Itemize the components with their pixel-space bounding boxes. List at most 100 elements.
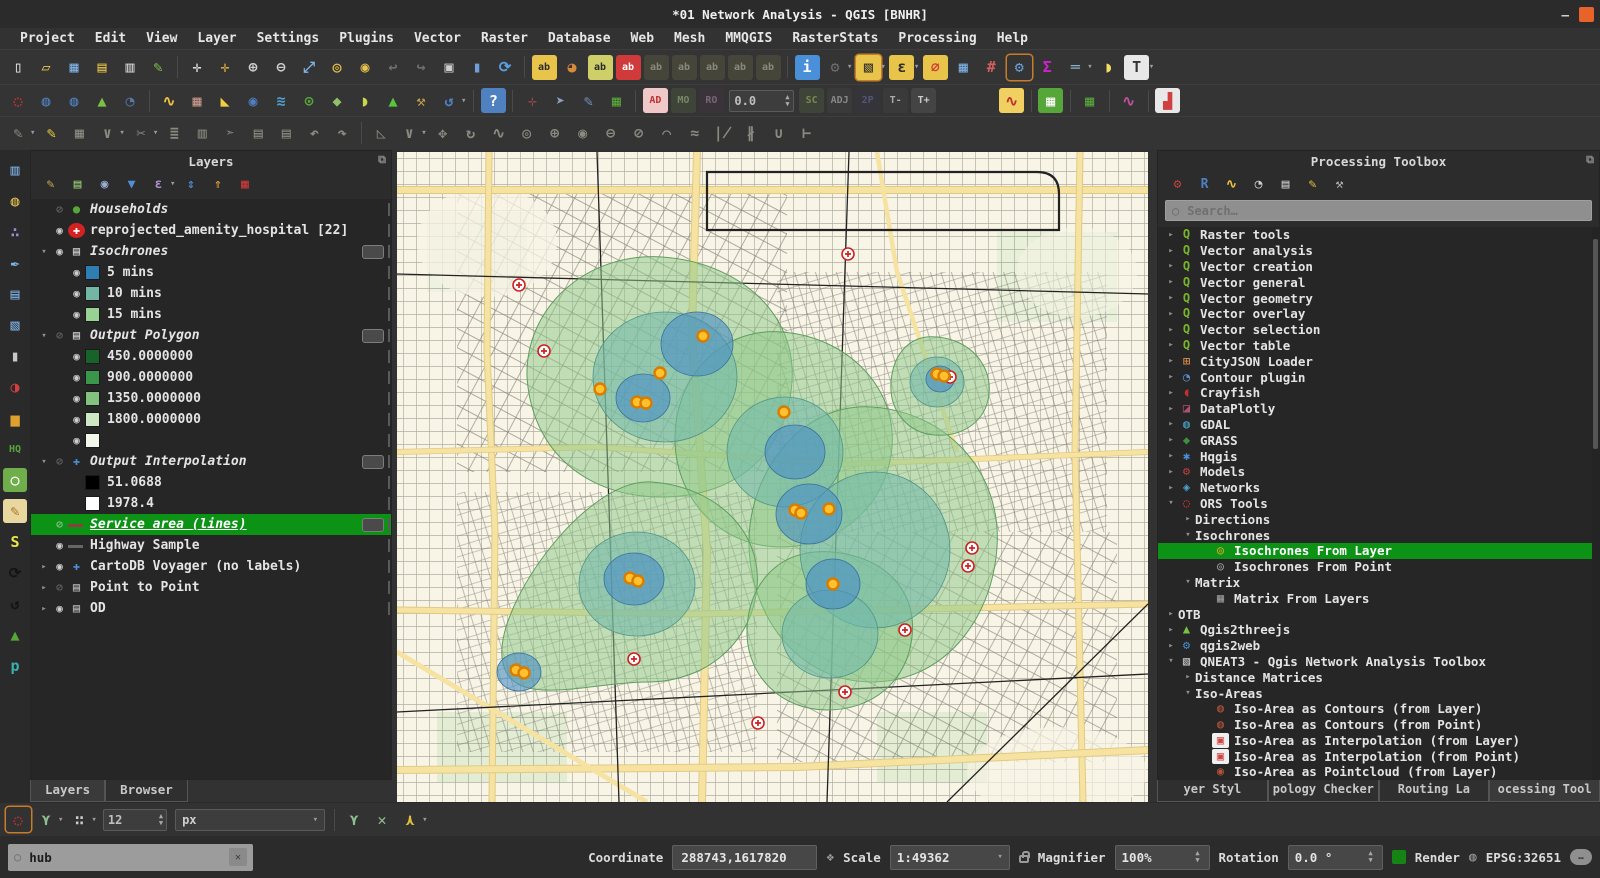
- layer-row[interactable]: ◉: [31, 430, 391, 451]
- terrain-shading-button[interactable]: ▲: [381, 88, 406, 113]
- layer-indicator[interactable]: [362, 518, 384, 532]
- toolbox-row[interactable]: ▸ Directions: [1158, 511, 1592, 527]
- copy-features-button[interactable]: ▤: [246, 121, 271, 146]
- mmqgis-geocode-button[interactable]: ◍: [34, 88, 59, 113]
- zoom-in-button[interactable]: ⊕: [241, 55, 266, 80]
- attribute-sync-button[interactable]: ▦: [604, 88, 629, 113]
- text-annotation-button[interactable]: T: [1124, 55, 1149, 80]
- expand-arrow-icon[interactable]: ▾: [1164, 656, 1178, 666]
- dropdown-caret-icon[interactable]: ▾: [914, 62, 919, 72]
- expand-arrow-icon[interactable]: ▾: [1181, 530, 1195, 540]
- gdrive-layer-button[interactable]: ▲: [3, 623, 27, 647]
- save-edits-button[interactable]: ▦: [67, 121, 92, 146]
- expand-arrow-icon[interactable]: ▸: [1164, 625, 1178, 635]
- layer-indicator[interactable]: [362, 329, 384, 343]
- snapping-tolerance-input[interactable]: [104, 813, 156, 827]
- menu-item[interactable]: Web: [621, 31, 664, 46]
- dropdown-caret-icon[interactable]: ▾: [58, 815, 63, 825]
- new-project-button[interactable]: ▯: [6, 55, 31, 80]
- visibility-toggle-icon[interactable]: ⊘: [51, 455, 68, 468]
- render-checkbox[interactable]: [1392, 850, 1406, 864]
- digitize-with-segment-button[interactable]: ✎: [576, 88, 601, 113]
- pan-map-button[interactable]: ✛: [185, 55, 210, 80]
- python-scripts-button[interactable]: ∿: [1221, 174, 1242, 195]
- undo-button[interactable]: ↶: [302, 121, 327, 146]
- toolbox-row[interactable]: ▣ Iso-Area as Interpolation (from Point): [1158, 748, 1592, 764]
- visibility-toggle-icon[interactable]: ◉: [68, 287, 85, 300]
- toolbox-row[interactable]: ◎ Isochrones From Layer: [1158, 543, 1592, 559]
- dataplotly-button[interactable]: ▦: [185, 88, 210, 113]
- new-map-view-button[interactable]: ▣: [437, 55, 462, 80]
- search-layers-button[interactable]: ⊙: [297, 88, 322, 113]
- advanced-digitizing-button[interactable]: AD: [643, 88, 668, 113]
- toolbox-row[interactable]: ▸ Q Vector selection: [1158, 322, 1592, 338]
- map-canvas[interactable]: [397, 152, 1148, 802]
- measure-button[interactable]: ═: [1063, 55, 1088, 80]
- undo-plugin-button[interactable]: ↺: [3, 592, 27, 616]
- expand-arrow-icon[interactable]: ▸: [1164, 372, 1178, 382]
- menu-item[interactable]: View: [136, 31, 187, 46]
- snapping-points-button[interactable]: ∷: [67, 807, 92, 832]
- osm-place-search-button[interactable]: ◔: [118, 88, 143, 113]
- map-annotation-button[interactable]: ✎: [3, 499, 27, 523]
- zoom-to-layer-button[interactable]: ◎: [325, 55, 350, 80]
- visibility-toggle-icon[interactable]: ⊘: [51, 581, 68, 594]
- expand-arrow-icon[interactable]: ▸: [1164, 293, 1178, 303]
- expand-arrow-icon[interactable]: ▸: [1164, 356, 1178, 366]
- select-by-expression-button[interactable]: ε: [889, 55, 914, 80]
- crosshair-tool-button[interactable]: ✛: [520, 88, 545, 113]
- layer-row[interactable]: ◉ 10 mins: [31, 283, 391, 304]
- expand-arrow-icon[interactable]: ▸: [1181, 672, 1195, 682]
- expand-arrow-icon[interactable]: ▸: [1164, 483, 1178, 493]
- visibility-toggle-icon[interactable]: ⊘: [51, 203, 68, 216]
- add-table-button[interactable]: ▦: [1077, 88, 1102, 113]
- toolbox-row[interactable]: ▸ ⊞ CityJSON Loader: [1158, 353, 1592, 369]
- open-project-button[interactable]: ▱: [34, 55, 59, 80]
- expand-arrow-icon[interactable]: ▸: [1164, 404, 1178, 414]
- visibility-toggle-icon[interactable]: ◉: [51, 602, 68, 615]
- trim-extend-button[interactable]: ⊢: [794, 121, 819, 146]
- gps-tools-button[interactable]: ➤: [548, 88, 573, 113]
- remove-layer-button[interactable]: ▦: [234, 174, 255, 195]
- profile-plot-button[interactable]: ∿: [1116, 88, 1141, 113]
- move-feature-button[interactable]: ✥: [430, 121, 455, 146]
- highlight-labels-button[interactable]: ab: [616, 55, 641, 80]
- dropdown-caret-icon[interactable]: ▾: [119, 128, 124, 138]
- menu-item[interactable]: Mesh: [664, 31, 715, 46]
- visibility-toggle-icon[interactable]: ◉: [51, 560, 68, 573]
- layer-row[interactable]: ▾ ⊘ ▤ Output Polygon: [31, 325, 391, 346]
- layer-row[interactable]: ▸ ◉ ▤ OD: [31, 598, 391, 619]
- toolbox-search-input[interactable]: [1185, 203, 1585, 219]
- collapse-all-button[interactable]: ⇑: [207, 174, 228, 195]
- toolbox-row[interactable]: ▸ Q Vector geometry: [1158, 290, 1592, 306]
- two-point-button[interactable]: 2P: [855, 88, 880, 113]
- add-vector-layer-button[interactable]: ▥: [3, 158, 27, 182]
- r-scripts-button[interactable]: R: [1194, 174, 1215, 195]
- toolbox-row[interactable]: ▸ ▲ Qgis2threejs: [1158, 622, 1592, 638]
- snap-tracing-button[interactable]: ⋏: [398, 807, 423, 832]
- layer-row[interactable]: ◉ 450.0000000: [31, 346, 391, 367]
- text-smaller-button[interactable]: T-: [883, 88, 908, 113]
- visibility-toggle-icon[interactable]: ◉: [51, 224, 68, 237]
- toolbox-row[interactable]: ▸ ◖ Crayfish: [1158, 385, 1592, 401]
- menu-item[interactable]: Processing: [888, 31, 986, 46]
- expand-arrow-icon[interactable]: ▾: [1181, 577, 1195, 587]
- panel-tab[interactable]: Layers: [30, 780, 105, 802]
- add-part-button[interactable]: ⊕: [542, 121, 567, 146]
- expand-arrow-icon[interactable]: ▸: [1164, 451, 1178, 461]
- dropdown-caret-icon[interactable]: ▾: [30, 128, 35, 138]
- snapping-mode-button[interactable]: ⋎: [34, 807, 59, 832]
- visibility-toggle-icon[interactable]: ◉: [68, 350, 85, 363]
- visibility-toggle-icon[interactable]: ⊘: [51, 518, 68, 531]
- zoom-next-button[interactable]: ↪: [409, 55, 434, 80]
- extents-icon[interactable]: ❖: [826, 850, 834, 865]
- move-label-button[interactable]: ab: [672, 55, 697, 80]
- topological-editing-button[interactable]: ⋎: [342, 807, 367, 832]
- add-group-button[interactable]: ▤: [67, 174, 88, 195]
- add-feature-button[interactable]: ∨: [95, 121, 120, 146]
- statusbar-search-input[interactable]: [27, 849, 223, 866]
- layer-indicator[interactable]: [362, 455, 384, 469]
- add-chart-layer-button[interactable]: ▅: [3, 406, 27, 430]
- visibility-toggle-icon[interactable]: ◉: [51, 539, 68, 552]
- scale-lock-button[interactable]: SC: [799, 88, 824, 113]
